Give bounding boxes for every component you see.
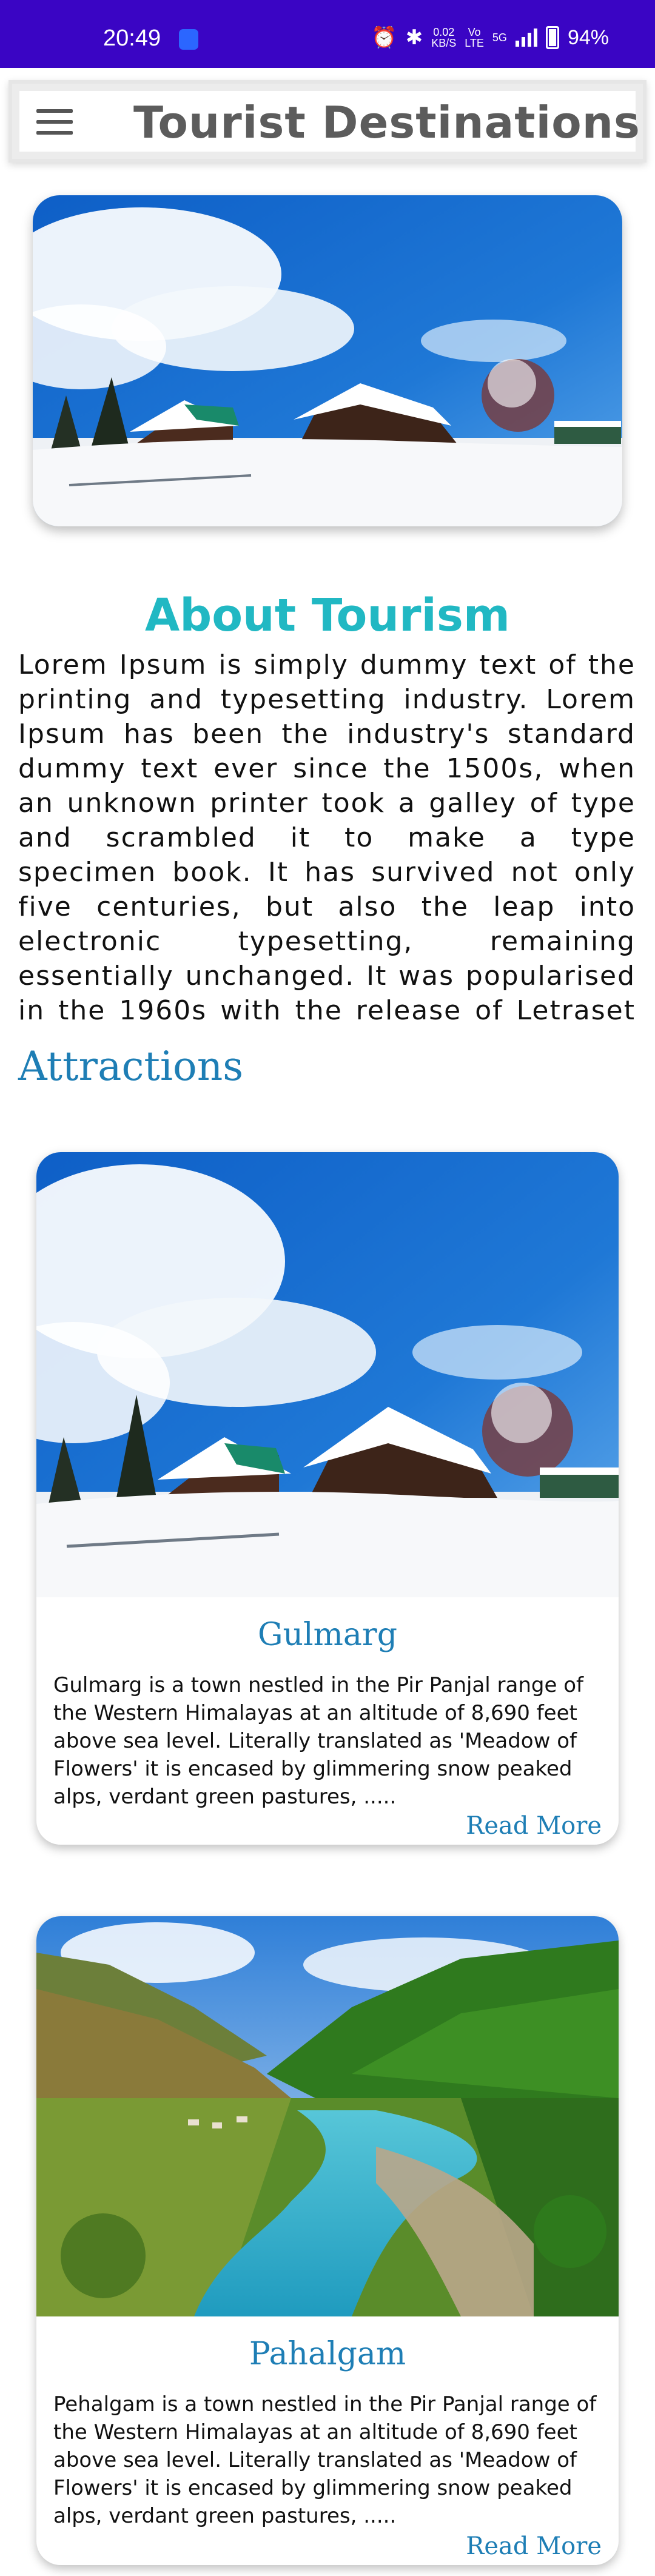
read-more-link[interactable]: Read More	[466, 2532, 602, 2560]
page-title: Tourist Destinations	[133, 97, 640, 148]
net-speed: 0.02 KB/S	[431, 27, 456, 49]
notification-icon	[179, 29, 198, 50]
bluetooth-icon: ✱	[405, 26, 423, 49]
valley-river-image	[36, 1916, 619, 2316]
card-image	[36, 1916, 619, 2316]
battery-level: 94%	[567, 25, 609, 49]
attractions-title: Attractions	[18, 1043, 244, 1090]
card-image	[36, 1152, 619, 1597]
card-description: Gulmarg is a town nestled in the Pir Pan…	[53, 1673, 583, 1809]
attraction-card[interactable]: Gulmarg Gulmarg is a town nestled in the…	[36, 1152, 619, 1845]
status-icons: ⏰ ✱ 0.02 KB/S Vo LTE 5G 94%	[371, 25, 609, 50]
status-time: 20:49	[103, 25, 161, 51]
attraction-card[interactable]: Pahalgam Pehalgam is a town nestled in t…	[36, 1916, 619, 2565]
network-type: 5G	[492, 32, 507, 44]
net-speed-value: 0.02	[433, 26, 455, 38]
snow-cabins-image	[36, 1152, 619, 1597]
card-title: Pahalgam	[249, 2336, 406, 2372]
about-title: About Tourism	[144, 589, 511, 642]
net-speed-unit: KB/S	[431, 37, 457, 49]
card-title: Gulmarg	[257, 1617, 398, 1653]
volte-indicator: Vo LTE	[465, 27, 484, 49]
volte-bottom: LTE	[465, 37, 484, 49]
battery-icon	[545, 26, 559, 49]
about-text: Lorem Ipsum is simply dummy text of the …	[18, 649, 636, 1022]
app-bar: Tourist Destinations	[8, 80, 647, 163]
status-bar: 20:49 ⏰ ✱ 0.02 KB/S Vo LTE 5G 94%	[0, 0, 655, 68]
snow-cabins-image	[33, 195, 622, 526]
card-description: Pehalgam is a town nestled in the Pir Pa…	[53, 2392, 597, 2528]
read-more-link[interactable]: Read More	[466, 1812, 602, 1840]
hamburger-menu-icon[interactable]	[36, 109, 73, 135]
volte-top: Vo	[468, 26, 481, 38]
hero-image	[33, 195, 622, 526]
alarm-icon: ⏰	[371, 26, 397, 49]
signal-icon	[515, 29, 537, 47]
